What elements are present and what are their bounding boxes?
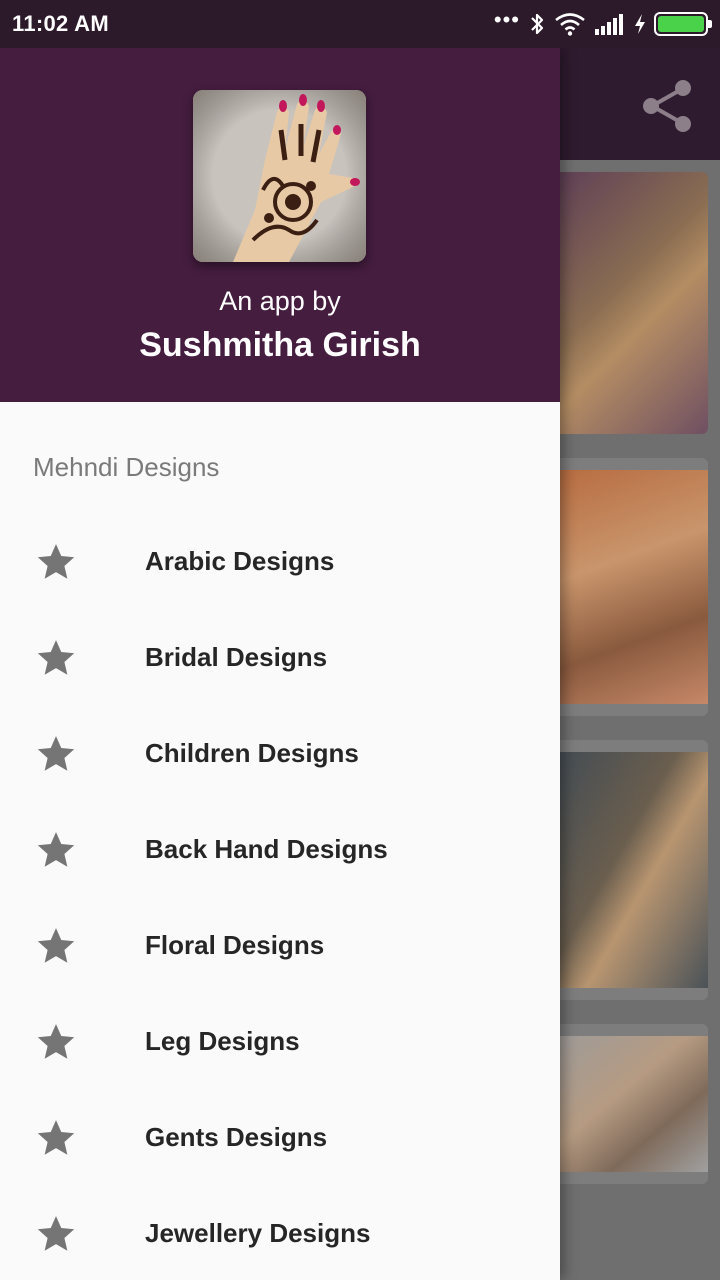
navigation-drawer: An app by Sushmitha Girish Mehndi Design… <box>0 48 560 1280</box>
menu-item-label: Arabic Designs <box>145 546 335 576</box>
share-button[interactable] <box>638 76 698 136</box>
star-icon <box>37 736 75 771</box>
battery-icon <box>654 12 712 36</box>
design-card[interactable] <box>540 172 708 434</box>
more-notifications-icon: ••• <box>493 7 520 32</box>
design-thumbnail <box>540 752 708 988</box>
menu-item-bridal-designs[interactable]: Bridal Designs <box>0 610 560 706</box>
star-icon <box>37 832 75 867</box>
menu-item-arabic-designs[interactable]: Arabic Designs <box>0 514 560 610</box>
design-thumbnail <box>540 1036 708 1172</box>
star-icon <box>37 1120 75 1155</box>
status-time: 11:02 AM <box>12 11 109 36</box>
bluetooth-icon <box>528 11 546 37</box>
drawer-author-name: Sushmitha Girish <box>139 326 421 364</box>
menu-item-label: Floral Designs <box>145 930 325 960</box>
drawer-byline: An app by <box>219 286 341 316</box>
menu-item-jewellery-designs[interactable]: Jewellery Designs <box>0 1186 560 1280</box>
design-thumbnail <box>540 172 708 434</box>
menu-item-label: Children Designs <box>145 738 359 768</box>
drawer-section-title: Mehndi Designs <box>33 452 220 482</box>
menu-item-back-hand-designs[interactable]: Back Hand Designs <box>0 802 560 898</box>
menu-item-label: Gents Designs <box>145 1122 328 1152</box>
menu-item-label: Jewellery Designs <box>145 1218 371 1248</box>
design-thumbnail <box>540 470 708 704</box>
menu-item-children-designs[interactable]: Children Designs <box>0 706 560 802</box>
star-icon <box>37 640 75 675</box>
menu-item-label: Leg Designs <box>145 1026 300 1056</box>
drawer-header: An app by Sushmitha Girish <box>0 48 560 402</box>
star-icon <box>37 544 75 579</box>
star-icon <box>37 1024 75 1059</box>
menu-item-floral-designs[interactable]: Floral Designs <box>0 898 560 994</box>
signal-icon <box>594 13 626 35</box>
design-card[interactable] <box>540 740 708 1000</box>
app-logo-image <box>193 90 366 262</box>
menu-item-leg-designs[interactable]: Leg Designs <box>0 994 560 1090</box>
status-bar: 11:02 AM ••• <box>0 0 720 48</box>
design-card[interactable] <box>540 1024 708 1184</box>
menu-item-label: Bridal Designs <box>145 642 328 672</box>
charging-icon <box>634 13 646 35</box>
star-icon <box>37 1216 75 1251</box>
menu-item-label: Back Hand Designs <box>145 834 388 864</box>
wifi-icon <box>554 12 586 36</box>
star-icon <box>37 928 75 963</box>
menu-item-gents-designs[interactable]: Gents Designs <box>0 1090 560 1186</box>
drawer-menu: Arabic Designs Bridal Designs Children D… <box>0 514 560 1280</box>
status-icons: ••• <box>493 7 712 38</box>
design-card[interactable] <box>540 458 708 716</box>
share-icon <box>643 80 691 132</box>
